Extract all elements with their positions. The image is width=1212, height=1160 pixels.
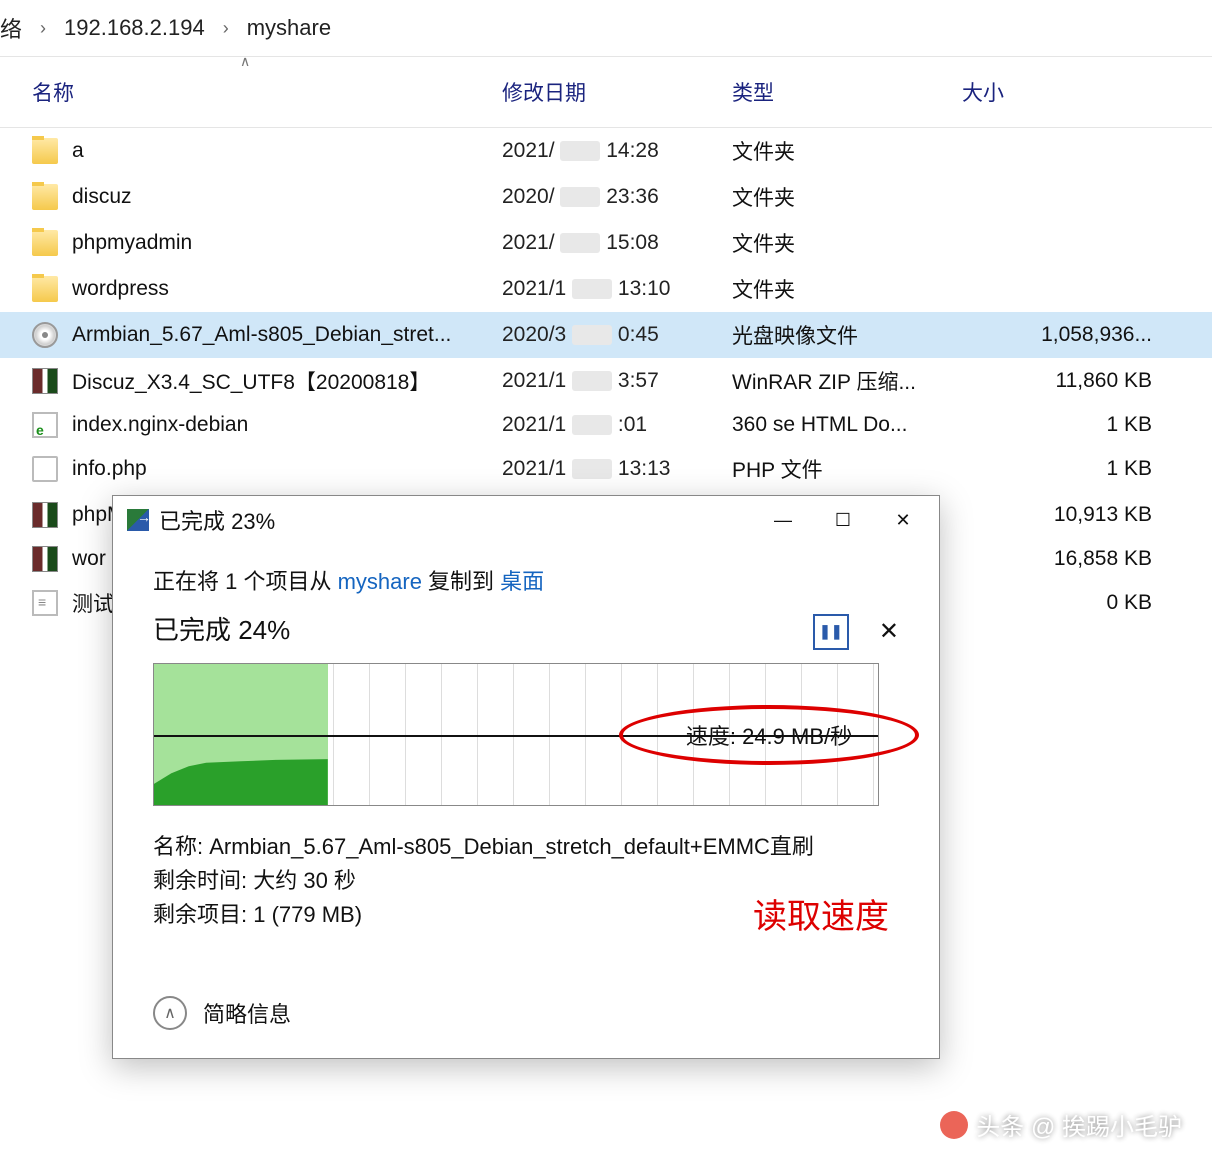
cancel-button[interactable]: ✕: [879, 617, 899, 646]
file-type: 文件夹: [720, 272, 950, 306]
html-icon: [32, 412, 58, 438]
file-type: 文件夹: [720, 134, 950, 168]
folder-icon: [32, 138, 58, 164]
toggle-details[interactable]: ∧ 简略信息: [153, 996, 291, 1030]
file-row[interactable]: Discuz_X3.4_SC_UTF8【20200818】 2021/1 3:57…: [0, 358, 1212, 404]
annotation-text: 读取速度: [753, 889, 889, 938]
disc-icon: [32, 322, 58, 348]
file-date: 2021/ 15:08: [490, 229, 720, 257]
progress-label: 已完成 24%: [153, 610, 290, 647]
file-size: 10,913 KB: [950, 501, 1212, 529]
file-name: phpmyadmin: [72, 231, 192, 255]
rar-icon: [32, 546, 58, 572]
column-headers: 名称 ∧ 修改日期 类型 大小: [0, 56, 1212, 128]
column-date[interactable]: 修改日期: [490, 57, 720, 127]
file-name: info.php: [72, 457, 147, 481]
minimize-button[interactable]: —: [753, 500, 813, 540]
file-type: 文件夹: [720, 180, 950, 214]
file-size: 0 KB: [950, 589, 1212, 617]
copy-icon: [127, 509, 149, 531]
titlebar[interactable]: 已完成 23% — ☐ ✕: [113, 496, 939, 544]
file-size: 1,058,936...: [950, 321, 1212, 349]
file-date: 2021/1 13:10: [490, 275, 720, 303]
file-icon: [32, 456, 58, 482]
copy-description: 正在将 1 个项目从 myshare 复制到 桌面: [153, 564, 899, 596]
folder-icon: [32, 184, 58, 210]
file-row[interactable]: a 2021/ 14:28文件夹: [0, 128, 1212, 174]
file-row[interactable]: Armbian_5.67_Aml-s805_Debian_stret... 202…: [0, 312, 1212, 358]
file-date: 2021/ 14:28: [490, 137, 720, 165]
file-type: WinRAR ZIP 压缩...: [720, 364, 950, 398]
source-link[interactable]: myshare: [338, 569, 422, 594]
file-name: discuz: [72, 185, 132, 209]
file-date: 2020/3 0:45: [490, 321, 720, 349]
file-size: [950, 287, 1212, 291]
file-date: 2021/1 3:57: [490, 367, 720, 395]
file-size: 1 KB: [950, 455, 1212, 483]
file-name: wor: [72, 547, 106, 571]
column-size[interactable]: 大小: [950, 57, 1212, 127]
txt-icon: [32, 590, 58, 616]
file-type: 文件夹: [720, 226, 950, 260]
folder-icon: [32, 230, 58, 256]
file-size: 1 KB: [950, 411, 1212, 439]
breadcrumb[interactable]: 络 › 192.168.2.194 › myshare: [0, 0, 1212, 56]
file-row[interactable]: discuz 2020/ 23:36文件夹: [0, 174, 1212, 220]
sort-asc-icon: ∧: [240, 53, 250, 70]
file-name: Discuz_X3.4_SC_UTF8【20200818】: [72, 366, 430, 396]
file-name: wordpress: [72, 277, 169, 301]
chevron-right-icon: ›: [40, 18, 46, 39]
pause-button[interactable]: ❚❚: [813, 614, 849, 650]
file-size: 11,860 KB: [950, 367, 1212, 395]
file-size: 16,858 KB: [950, 545, 1212, 573]
breadcrumb-seg[interactable]: 192.168.2.194: [64, 15, 205, 41]
file-row[interactable]: index.nginx-debian 2021/1 :01360 se HTML …: [0, 404, 1212, 446]
file-name: a: [72, 139, 84, 163]
speed-label: 速度: 24.9 MB/秒: [619, 705, 919, 765]
breadcrumb-seg[interactable]: 络: [0, 12, 22, 44]
copy-dialog: 已完成 23% — ☐ ✕ 正在将 1 个项目从 myshare 复制到 桌面 …: [112, 495, 940, 1059]
rar-icon: [32, 368, 58, 394]
file-date: 2020/ 23:36: [490, 183, 720, 211]
chevron-up-icon: ∧: [153, 996, 187, 1030]
watermark: 头条 @ 挨踢小毛驴: [940, 1107, 1182, 1142]
file-date: 2021/1 :01: [490, 411, 720, 439]
file-size: [950, 149, 1212, 153]
file-size: [950, 241, 1212, 245]
breadcrumb-seg[interactable]: myshare: [247, 15, 331, 41]
column-name[interactable]: 名称 ∧: [0, 57, 490, 127]
file-type: 光盘映像文件: [720, 318, 950, 352]
file-name: Armbian_5.67_Aml-s805_Debian_stret...: [72, 323, 451, 347]
rar-icon: [32, 502, 58, 528]
folder-icon: [32, 276, 58, 302]
file-type: 360 se HTML Do...: [720, 411, 950, 439]
file-row[interactable]: info.php 2021/1 13:13PHP 文件1 KB: [0, 446, 1212, 492]
titlebar-text: 已完成 23%: [159, 504, 753, 536]
toutiao-icon: [940, 1111, 968, 1139]
file-name: 测试: [72, 588, 114, 618]
file-type: PHP 文件: [720, 452, 950, 486]
file-date: 2021/1 13:13: [490, 455, 720, 483]
column-type[interactable]: 类型: [720, 57, 950, 127]
file-row[interactable]: phpmyadmin 2021/ 15:08文件夹: [0, 220, 1212, 266]
close-button[interactable]: ✕: [873, 500, 933, 540]
file-name: index.nginx-debian: [72, 413, 248, 437]
chevron-right-icon: ›: [223, 18, 229, 39]
dest-link[interactable]: 桌面: [500, 569, 544, 594]
maximize-button[interactable]: ☐: [813, 500, 873, 540]
file-size: [950, 195, 1212, 199]
file-row[interactable]: wordpress 2021/1 13:10文件夹: [0, 266, 1212, 312]
